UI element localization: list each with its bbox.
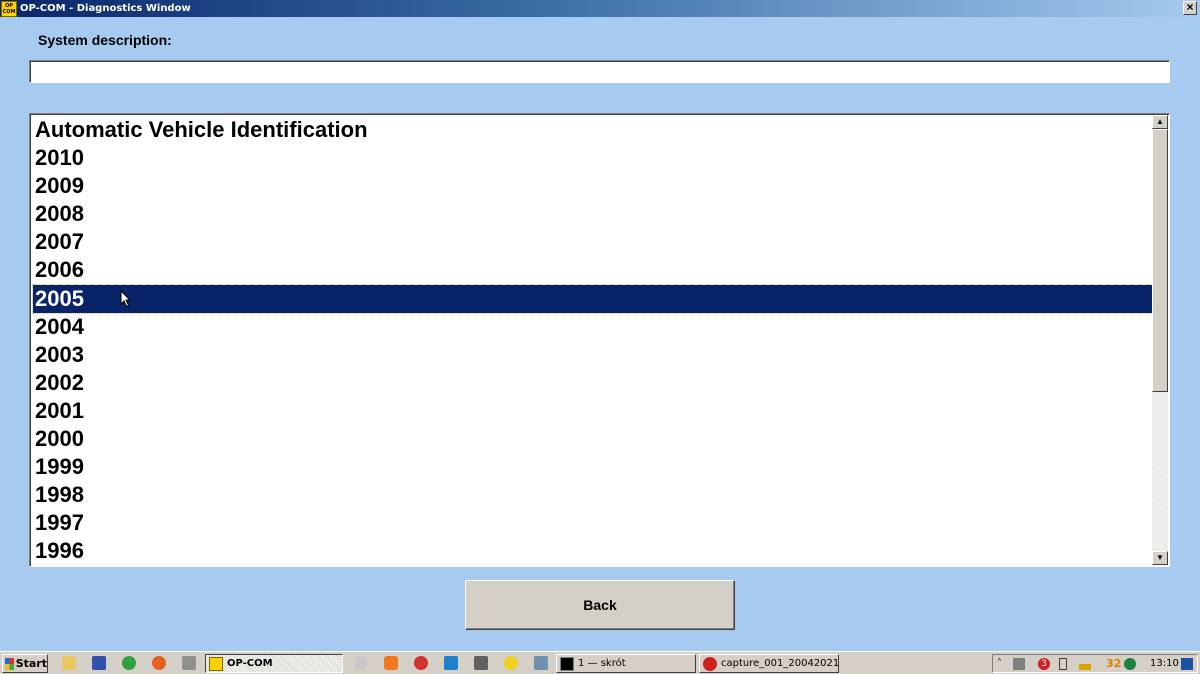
network-tool-icon[interactable]: [182, 656, 196, 670]
title-bar: OP COM OP-COM - Diagnostics Window ×: [0, 0, 1200, 17]
signal-strength-icon[interactable]: [1079, 658, 1091, 670]
list-item[interactable]: 2006: [33, 256, 1153, 284]
taskbar-button-label: capture_001_20042021...: [721, 658, 839, 669]
scroll-down-arrow-icon[interactable]: ▼: [1152, 551, 1168, 565]
scroll-up-arrow-icon[interactable]: ▲: [1152, 115, 1168, 129]
list-item[interactable]: 1996: [33, 537, 1153, 565]
app-icon-text-com: COM: [2, 8, 16, 15]
list-item[interactable]: 2005: [32, 283, 1154, 314]
display-icon[interactable]: [474, 656, 488, 670]
notification-badge-icon[interactable]: 3: [1038, 658, 1050, 670]
clock[interactable]: 13:10: [1150, 658, 1179, 669]
battery-icon[interactable]: [1059, 658, 1067, 670]
op-com-icon: [209, 656, 223, 671]
op-com-app-icon: OP COM: [1, 0, 17, 17]
mouse-pointer-icon: [120, 290, 132, 308]
show-desktop-icon[interactable]: [1181, 658, 1193, 670]
list-item[interactable]: 2010: [33, 144, 1153, 172]
firefox-icon[interactable]: [152, 656, 166, 670]
list-item[interactable]: 1999: [33, 453, 1153, 481]
close-button[interactable]: ×: [1183, 1, 1197, 15]
capture-icon: [703, 656, 717, 671]
list-item[interactable]: 1998: [33, 481, 1153, 509]
save-disk-icon[interactable]: [92, 656, 106, 670]
network-disconnected-icon[interactable]: [1013, 658, 1025, 670]
list-item[interactable]: 1997: [33, 509, 1153, 537]
fan-icon[interactable]: [354, 656, 368, 670]
console-icon: [560, 656, 574, 671]
start-button[interactable]: Start: [2, 654, 48, 673]
list-item[interactable]: 2000: [33, 425, 1153, 453]
taskbar-button-label: 1 — skrót: [578, 658, 626, 669]
system-tray: ˄ 3 32 13:10: [992, 654, 1198, 673]
model-year-listbox[interactable]: Automatic Vehicle Identification 2010 2009…: [29, 113, 1170, 567]
system-description-label: System description:: [38, 32, 172, 48]
taskbar: Start OP-COM 1 — skrót capture_001_20042…: [0, 651, 1200, 674]
list-item[interactable]: 2001: [33, 397, 1153, 425]
app-blue-icon[interactable]: [444, 656, 458, 670]
download-icon[interactable]: [122, 656, 136, 670]
list-item[interactable]: 2009: [33, 172, 1153, 200]
window-title: OP-COM - Diagnostics Window: [20, 3, 191, 14]
vertical-scrollbar[interactable]: ▲ ▼: [1152, 115, 1168, 565]
taskbar-button-capture[interactable]: capture_001_20042021...: [699, 654, 839, 673]
car-icon[interactable]: [414, 656, 428, 670]
list-item-auto-identification[interactable]: Automatic Vehicle Identification: [33, 116, 1153, 144]
start-label: Start: [15, 657, 47, 670]
list-item[interactable]: 2007: [33, 228, 1153, 256]
wifi-icon[interactable]: [1124, 658, 1136, 670]
scroll-thumb[interactable]: [1152, 129, 1168, 392]
media-icon[interactable]: [504, 656, 518, 670]
list-item[interactable]: 2003: [33, 341, 1153, 369]
settings-snowflake-icon[interactable]: [384, 656, 398, 670]
list-item[interactable]: 2008: [33, 200, 1153, 228]
taskbar-button-op-com[interactable]: OP-COM: [205, 654, 343, 673]
back-button[interactable]: Back: [465, 580, 735, 630]
tray-expand-icon[interactable]: ˄: [997, 658, 1002, 670]
system-description-field[interactable]: [29, 60, 1170, 83]
taskbar-button-console[interactable]: 1 — skrót: [556, 654, 696, 673]
folder-icon[interactable]: [62, 656, 76, 670]
monitor-icon[interactable]: [534, 656, 548, 670]
windows-logo-icon: [5, 657, 14, 670]
taskbar-button-label: OP-COM: [227, 658, 273, 669]
list-item[interactable]: 2004: [33, 313, 1153, 341]
temperature-readout: 32: [1106, 657, 1122, 670]
list-items: Automatic Vehicle Identification 2010 2009…: [32, 116, 1154, 566]
list-item[interactable]: 2002: [33, 369, 1153, 397]
